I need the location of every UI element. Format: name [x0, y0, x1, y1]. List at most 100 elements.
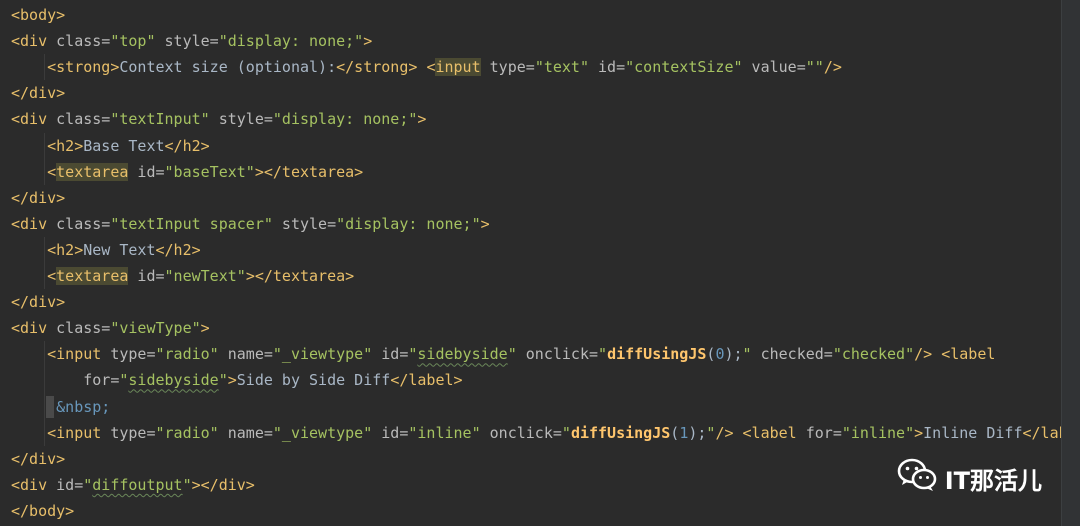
code-token: ); [724, 345, 743, 364]
code-token: " [83, 475, 93, 494]
code-line[interactable]: </div> [11, 185, 65, 211]
code-token: <h2> [47, 240, 84, 259]
code-line[interactable]: <input type="radio" name="_viewtype" id=… [11, 420, 1080, 446]
code-line[interactable]: <textarea id="newText"></textarea> [11, 263, 354, 289]
code-token: style= [155, 32, 219, 51]
code-token: "viewType" [110, 319, 201, 338]
code-token: sidebyside [128, 371, 219, 390]
code-token: /> <label [715, 423, 806, 442]
code-token: "_viewtype" [272, 423, 373, 442]
code-token: for= [83, 371, 120, 390]
code-token: checked= [751, 345, 833, 364]
code-token: " [507, 345, 517, 364]
code-token: "textInput spacer" [110, 214, 273, 233]
code-line[interactable]: <h2>New Text</h2> [11, 237, 201, 263]
code-token: 1 [679, 423, 689, 442]
code-token: </div> [11, 449, 66, 468]
code-token: "text" [534, 58, 589, 77]
code-token: < [47, 162, 57, 181]
code-token: <div [11, 214, 57, 233]
code-line[interactable]: <div class="viewType"> [11, 315, 210, 341]
code-token: </label> [390, 371, 463, 390]
code-token: > [480, 214, 490, 233]
code-token: > [227, 371, 237, 390]
code-token: diffUsingJS [607, 345, 707, 364]
code-editor[interactable]: <body> <div class="top" style="display: n… [0, 0, 1080, 526]
code-token: name= [218, 423, 273, 442]
code-token: <div [11, 319, 57, 338]
code-token: "inline" [841, 423, 915, 442]
code-token: " [218, 371, 228, 390]
code-line[interactable]: </div> [11, 80, 65, 106]
code-token: "" [805, 58, 824, 77]
code-line[interactable]: &nbsp; [11, 394, 110, 420]
code-token: <h2> [47, 136, 84, 155]
code-line[interactable]: </body> [11, 498, 74, 524]
code-line[interactable]: <strong>Context size (optional):</strong… [11, 54, 842, 80]
code-token: class= [56, 319, 111, 338]
code-token: id= [372, 423, 409, 442]
code-token: type= [110, 345, 156, 364]
code-token: onclick= [480, 423, 562, 442]
code-token: input [435, 58, 481, 77]
code-line[interactable]: </div> [11, 289, 65, 315]
code-token: class= [56, 110, 111, 129]
code-token: "top" [110, 32, 156, 51]
code-token: " [742, 345, 752, 364]
code-token: for= [805, 423, 842, 442]
code-line[interactable]: <div class="top" style="display: none;"> [11, 28, 372, 54]
editor-scrollbar[interactable] [1061, 0, 1080, 526]
code-line[interactable]: <div class="textInput" style="display: n… [11, 106, 426, 132]
code-token: </div> [11, 84, 66, 103]
code-token: "newText" [164, 267, 246, 285]
code-token: textarea [56, 162, 129, 181]
code-line[interactable]: <input type="radio" name="_viewtype" id=… [11, 341, 995, 367]
code-token: id= [128, 162, 165, 181]
watermark: IT那活儿 [897, 458, 1042, 498]
code-token: "display: none;" [272, 110, 418, 129]
code-line[interactable]: <h2>Base Text</h2> [11, 133, 210, 159]
code-token: ></textarea> [245, 267, 355, 285]
code-token: style= [209, 110, 273, 129]
code-token: class= [56, 214, 111, 233]
code-token: <strong> [47, 58, 120, 77]
code-token: &nbsp; [56, 397, 111, 416]
code-token: > [914, 423, 924, 442]
code-token: Inline Diff [923, 423, 1023, 442]
code-token: onclick= [516, 345, 599, 364]
code-token: "_viewtype" [272, 345, 373, 364]
code-token: "display: none;" [218, 32, 364, 51]
code-token: <input [47, 345, 111, 364]
code-token: </h2> [164, 136, 210, 155]
code-token: > [363, 32, 373, 51]
code-token: <input [47, 423, 111, 442]
code-token: </div> [11, 188, 66, 207]
code-line[interactable]: for="sidebyside">Side by Side Diff</labe… [11, 367, 463, 393]
code-line[interactable]: <body> [11, 2, 65, 28]
code-token: ></textarea> [254, 162, 364, 181]
code-token: > [200, 319, 210, 338]
code-token: < [47, 267, 57, 285]
code-token: type= [480, 58, 535, 77]
code-token: Base Text [83, 136, 165, 155]
code-line[interactable]: </div> [11, 446, 65, 472]
code-token: <div [11, 32, 57, 51]
code-token: textarea [56, 267, 129, 285]
code-token: </h2> [155, 240, 201, 259]
code-token: diffoutput [92, 475, 183, 494]
code-token: "display: none;" [336, 214, 481, 233]
code-token: class= [56, 32, 111, 51]
code-token: sidebyside [417, 345, 508, 364]
code-token: id= [372, 345, 409, 364]
code-line[interactable]: <div id="diffoutput"></div> [11, 472, 255, 498]
code-line[interactable]: <textarea id="baseText"></textarea> [11, 159, 363, 185]
code-line[interactable]: <div class="textInput spacer" style="dis… [11, 211, 490, 237]
code-token: name= [218, 345, 273, 364]
code-token: "textInput" [110, 110, 210, 129]
